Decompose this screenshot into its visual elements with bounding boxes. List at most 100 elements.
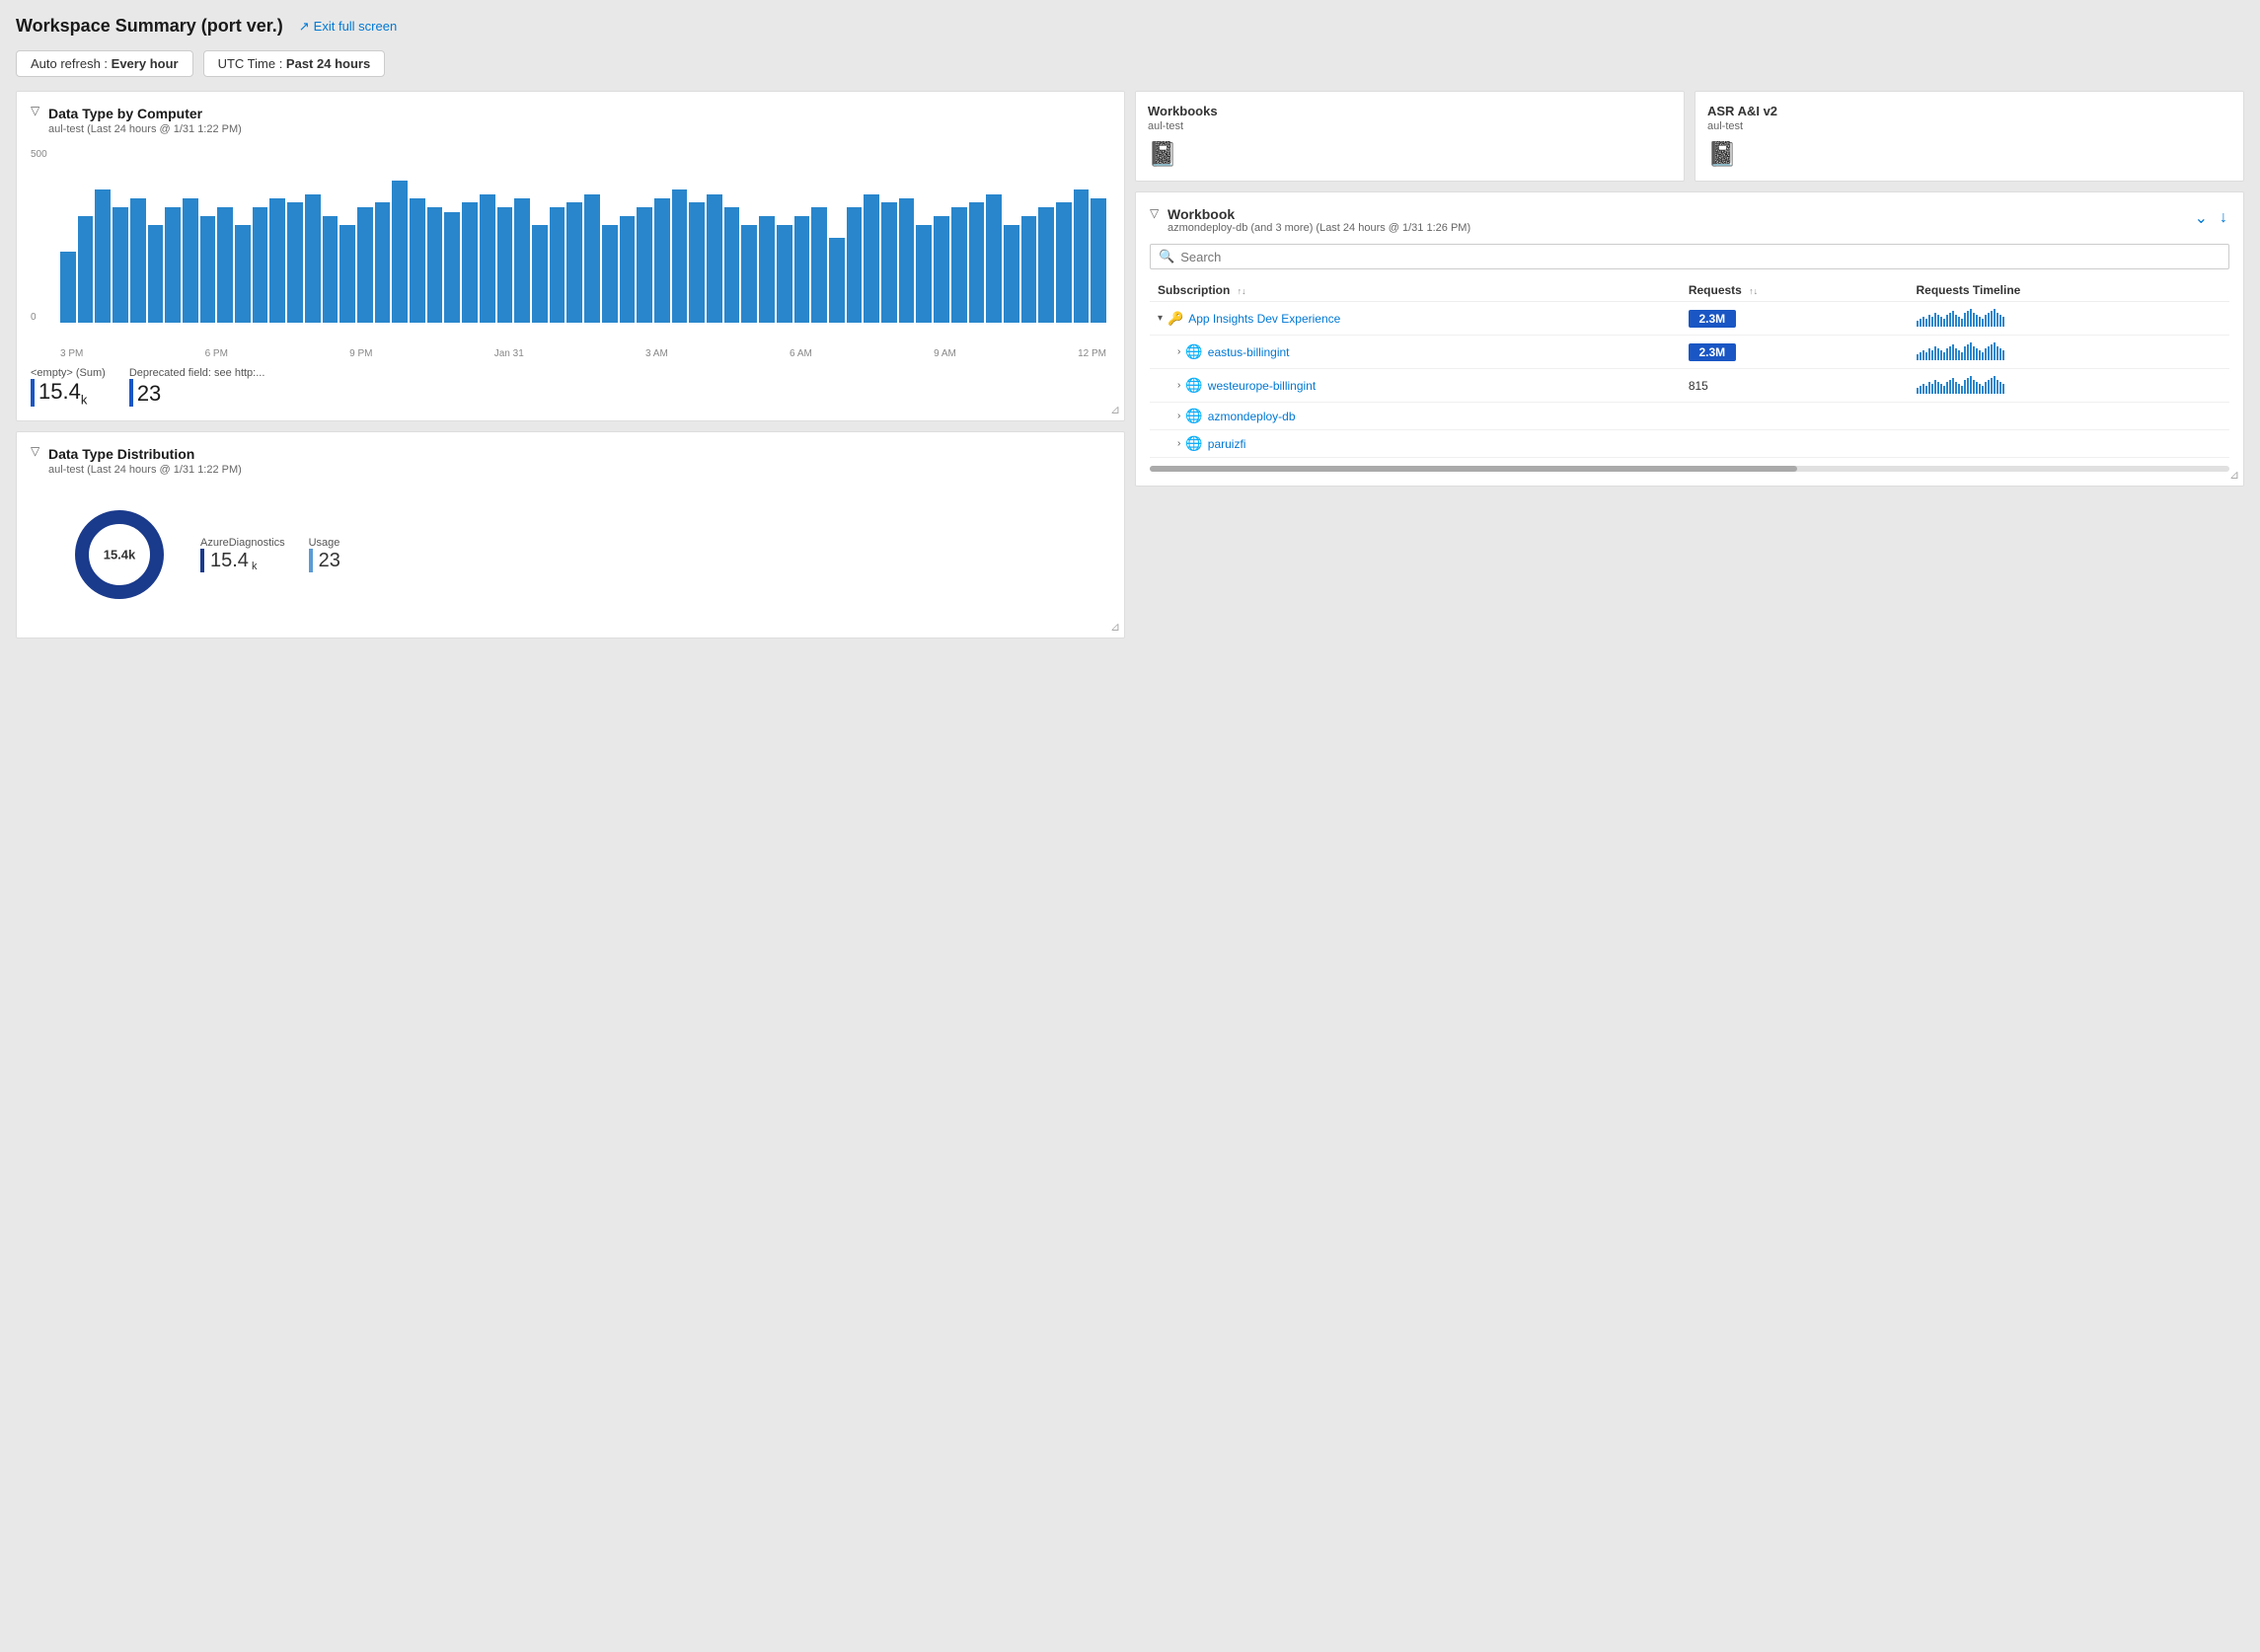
timeline-bar (1967, 378, 1969, 394)
chart-bar (427, 207, 443, 323)
timeline-bar (1955, 382, 1957, 394)
col-requests[interactable]: Requests ↑↓ (1681, 279, 1909, 302)
chart-bar (1056, 202, 1072, 323)
table-row[interactable]: ›🌐azmondeploy-db (1150, 403, 2229, 430)
y-label-500: 500 (31, 149, 47, 160)
subscription-name[interactable]: paruizfi (1208, 437, 1246, 451)
chart-bar (287, 202, 303, 323)
timeline-bar (1994, 309, 1996, 327)
chart-bar (410, 198, 425, 323)
timeline-bar (1937, 348, 1939, 360)
table-scrollbar[interactable] (1150, 466, 2229, 472)
timeline-bar (1922, 384, 1924, 394)
asr-icon[interactable]: 📓 (1707, 141, 1737, 168)
timeline-bar (1961, 386, 1963, 394)
subscription-name[interactable]: westeurope-billingint (1208, 379, 1316, 393)
workbook-title-area: ▽ Workbook azmondeploy-db (and 3 more) (… (1150, 206, 1470, 234)
chart-bar (881, 202, 897, 323)
timeline-bar (1940, 384, 1942, 394)
chart-bar (183, 198, 198, 323)
chart-bar (269, 198, 285, 323)
subscription-cell[interactable]: ›🌐westeurope-billingint (1150, 369, 1681, 403)
chart-bar (95, 189, 111, 323)
expand-icon[interactable]: › (1177, 438, 1180, 449)
timeline-bar (1964, 313, 1966, 327)
subscription-name[interactable]: eastus-billingint (1208, 345, 1290, 359)
timeline-bar (1996, 380, 1998, 394)
expand-button[interactable]: ⌄ (2193, 206, 2210, 230)
subscription-name[interactable]: azmondeploy-db (1208, 410, 1296, 423)
timeline-bar (1976, 315, 1978, 327)
timeline-bar (1925, 352, 1927, 360)
chart-bar (1091, 198, 1106, 323)
search-icon: 🔍 (1159, 249, 1174, 264)
table-row[interactable]: ›🌐paruizfi (1150, 430, 2229, 458)
workbook-table-panel: ▽ Workbook azmondeploy-db (and 3 more) (… (1135, 191, 2244, 487)
chart-bar (339, 225, 355, 323)
timeline-bar (1982, 319, 1984, 327)
donut-area: 15.4k AzureDiagnostics 15.4k Usage 23 (31, 486, 1110, 624)
timeline-bar (1946, 348, 1948, 360)
download-button[interactable]: ↓ (2218, 207, 2229, 229)
timeline-chart (1917, 307, 2004, 327)
chart-bar (532, 225, 548, 323)
timeline-bar (2002, 317, 2004, 327)
subscription-cell[interactable]: ▾🔑App Insights Dev Experience (1150, 302, 1681, 336)
timeline-bar (1937, 382, 1939, 394)
chart-bar (60, 252, 76, 323)
distribution-title: Data Type Distribution (48, 446, 1110, 462)
table-row[interactable]: ›🌐eastus-billingint2.3M (1150, 336, 2229, 369)
subscription-name[interactable]: App Insights Dev Experience (1188, 312, 1340, 326)
exit-fullscreen-link[interactable]: ↗ Exit full screen (299, 19, 397, 35)
auto-refresh-value: Every hour (112, 56, 179, 71)
timeline-bar (1937, 315, 1939, 327)
chart-bar (777, 225, 792, 323)
timeline-bar (1985, 348, 1987, 360)
timeline-bar (1920, 386, 1921, 394)
expand-icon[interactable]: ▾ (1158, 313, 1163, 324)
chart-bar (113, 207, 128, 323)
page-title: Workspace Summary (port ver.) (16, 16, 283, 37)
legend-usage-value: 23 (309, 549, 340, 572)
auto-refresh-button[interactable]: Auto refresh : Every hour (16, 50, 193, 77)
page-header: Workspace Summary (port ver.) ↗ Exit ful… (16, 16, 2244, 37)
legend-deprecated-bar (129, 379, 133, 407)
subscription-cell[interactable]: ›🌐azmondeploy-db (1150, 403, 1681, 430)
subscription-cell[interactable]: ›🌐paruizfi (1150, 430, 1681, 458)
chart-bar (444, 212, 460, 323)
timeline-bar (1991, 378, 1993, 394)
timeline-bar (1970, 342, 1972, 360)
legend-deprecated-label: Deprecated field: see http:... (129, 367, 265, 379)
timeline-bar (1928, 382, 1930, 394)
chart-bar (689, 202, 705, 323)
timeline-bar (1931, 384, 1933, 394)
expand-icon[interactable]: › (1177, 411, 1180, 421)
chart-bar (200, 216, 216, 323)
chart-bar (514, 198, 530, 323)
timeline-bar (2002, 350, 2004, 360)
time-range-button[interactable]: UTC Time : Past 24 hours (203, 50, 386, 77)
timeline-bar (1961, 352, 1963, 360)
table-row[interactable]: ▾🔑App Insights Dev Experience2.3M (1150, 302, 2229, 336)
legend-azure-diagnostics: AzureDiagnostics 15.4k (200, 537, 285, 572)
workbooks-icon[interactable]: 📓 (1148, 141, 1177, 168)
search-bar: 🔍 (1150, 244, 2229, 269)
timeline-bar (1999, 315, 2001, 327)
chart-bar (253, 207, 268, 323)
timeline-bar (1976, 382, 1978, 394)
table-row[interactable]: ›🌐westeurope-billingint815 (1150, 369, 2229, 403)
col-subscription[interactable]: Subscription ↑↓ (1150, 279, 1681, 302)
resize-handle-dist: ⊿ (1110, 620, 1120, 634)
subscription-cell[interactable]: ›🌐eastus-billingint (1150, 336, 1681, 369)
chart-bar (566, 202, 582, 323)
workbook-table-subtitle: azmondeploy-db (and 3 more) (Last 24 hou… (1168, 222, 1470, 234)
chart-bar (637, 207, 652, 323)
timeline-bar (1967, 344, 1969, 360)
donut-chart: 15.4k (70, 505, 169, 604)
expand-icon[interactable]: › (1177, 380, 1180, 391)
chart-bar (847, 207, 863, 323)
timeline-bar (1922, 317, 1924, 327)
timeline-bar (1952, 311, 1954, 327)
search-input[interactable] (1180, 250, 2221, 264)
expand-icon[interactable]: › (1177, 346, 1180, 357)
